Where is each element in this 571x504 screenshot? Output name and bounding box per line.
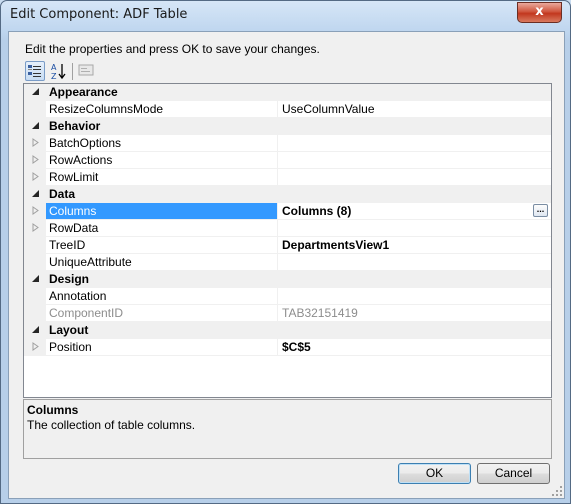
category-row[interactable]: Appearance: [24, 84, 551, 101]
property-row[interactable]: Columns Columns (8)...: [24, 203, 551, 220]
collapse-arrow-icon[interactable]: [31, 121, 40, 130]
category-row[interactable]: Layout: [24, 322, 551, 339]
property-name[interactable]: RowData: [46, 220, 278, 236]
property-name[interactable]: TreeID: [46, 237, 278, 253]
window-title: Edit Component: ADF Table: [10, 7, 188, 22]
expand-arrow-icon[interactable]: [31, 342, 40, 351]
property-name[interactable]: Position: [46, 339, 278, 355]
categorized-icon: [28, 65, 41, 77]
close-icon: x: [535, 4, 544, 19]
collapse-arrow-icon[interactable]: [31, 87, 40, 96]
close-button[interactable]: x: [517, 2, 562, 23]
property-name[interactable]: Columns: [46, 203, 278, 219]
property-value[interactable]: DepartmentsView1: [279, 237, 551, 253]
row-gutter: [24, 237, 46, 253]
description-pane: Columns The collection of table columns.: [23, 399, 552, 459]
ellipsis-button[interactable]: ...: [533, 204, 548, 217]
category-label: Design: [49, 272, 90, 286]
property-name[interactable]: RowLimit: [46, 169, 278, 185]
property-row[interactable]: ComponentID TAB32151419: [24, 305, 551, 322]
property-value[interactable]: UseColumnValue: [279, 101, 551, 117]
property-row[interactable]: BatchOptions: [24, 135, 551, 152]
category-label: Appearance: [49, 85, 118, 99]
category-row[interactable]: Data: [24, 186, 551, 203]
row-gutter: [24, 101, 46, 117]
property-value-text: DepartmentsView1: [282, 238, 390, 252]
categorized-view-button[interactable]: [25, 61, 45, 81]
category-label: Data: [49, 187, 76, 201]
property-row[interactable]: RowData: [24, 220, 551, 237]
property-value[interactable]: [279, 288, 551, 304]
property-name[interactable]: ResizeColumnsMode: [46, 101, 278, 117]
property-row[interactable]: UniqueAttribute: [24, 254, 551, 271]
property-name[interactable]: Annotation: [46, 288, 278, 304]
svg-text:A: A: [51, 63, 57, 72]
description-title: Columns: [27, 403, 79, 417]
property-value[interactable]: Columns (8)...: [279, 203, 551, 219]
expand-arrow-icon[interactable]: [31, 138, 40, 147]
property-value[interactable]: [279, 135, 551, 151]
ok-button[interactable]: OK: [398, 463, 471, 484]
property-pages-button[interactable]: [77, 61, 97, 81]
property-pages-icon: [78, 64, 94, 76]
property-value[interactable]: [279, 220, 551, 236]
instruction-text: Edit the properties and press OK to save…: [25, 42, 320, 56]
row-gutter: [24, 254, 46, 270]
expand-arrow-icon[interactable]: [31, 223, 40, 232]
expand-arrow-icon[interactable]: [31, 206, 40, 215]
property-name[interactable]: ComponentID: [46, 305, 278, 321]
property-value-text: UseColumnValue: [282, 102, 375, 116]
category-label: Behavior: [49, 119, 101, 133]
property-row[interactable]: Annotation: [24, 288, 551, 305]
property-value[interactable]: [279, 169, 551, 185]
description-text: The collection of table columns.: [27, 418, 196, 432]
sort-az-icon: A Z: [51, 63, 66, 81]
alphabetical-sort-button[interactable]: A Z: [49, 61, 69, 81]
dialog-client: Edit the properties and press OK to save…: [8, 31, 565, 499]
category-row[interactable]: Design: [24, 271, 551, 288]
collapse-arrow-icon[interactable]: [31, 189, 40, 198]
property-value-text: $C$5: [282, 340, 311, 354]
property-row[interactable]: RowLimit: [24, 169, 551, 186]
property-row[interactable]: Position $C$5: [24, 339, 551, 356]
property-value[interactable]: $C$5: [279, 339, 551, 355]
property-name[interactable]: UniqueAttribute: [46, 254, 278, 270]
collapse-arrow-icon[interactable]: [31, 274, 40, 283]
property-row[interactable]: ResizeColumnsMode UseColumnValue: [24, 101, 551, 118]
dialog-window: Edit Component: ADF Table x Edit the pro…: [0, 0, 571, 504]
property-row[interactable]: TreeID DepartmentsView1: [24, 237, 551, 254]
property-value-text: Columns (8): [282, 204, 352, 218]
property-value[interactable]: [279, 152, 551, 168]
property-grid: Appearance ResizeColumnsMode UseColumnValu…: [23, 83, 552, 398]
property-value-text: TAB32151419: [282, 306, 358, 320]
property-value[interactable]: [279, 254, 551, 270]
property-row[interactable]: RowActions: [24, 152, 551, 169]
category-label: Layout: [49, 323, 89, 337]
title-bar[interactable]: Edit Component: ADF Table x: [1, 1, 570, 31]
cancel-button[interactable]: Cancel: [477, 463, 550, 484]
property-name[interactable]: BatchOptions: [46, 135, 278, 151]
svg-text:Z: Z: [51, 72, 57, 81]
property-value: TAB32151419: [279, 305, 551, 321]
toolbar-separator: [72, 63, 73, 80]
category-row[interactable]: Behavior: [24, 118, 551, 135]
expand-arrow-icon[interactable]: [31, 172, 40, 181]
expand-arrow-icon[interactable]: [31, 155, 40, 164]
collapse-arrow-icon[interactable]: [31, 325, 40, 334]
resize-grip-icon[interactable]: [552, 486, 562, 496]
row-gutter: [24, 305, 46, 321]
property-name[interactable]: RowActions: [46, 152, 278, 168]
row-gutter: [24, 288, 46, 304]
